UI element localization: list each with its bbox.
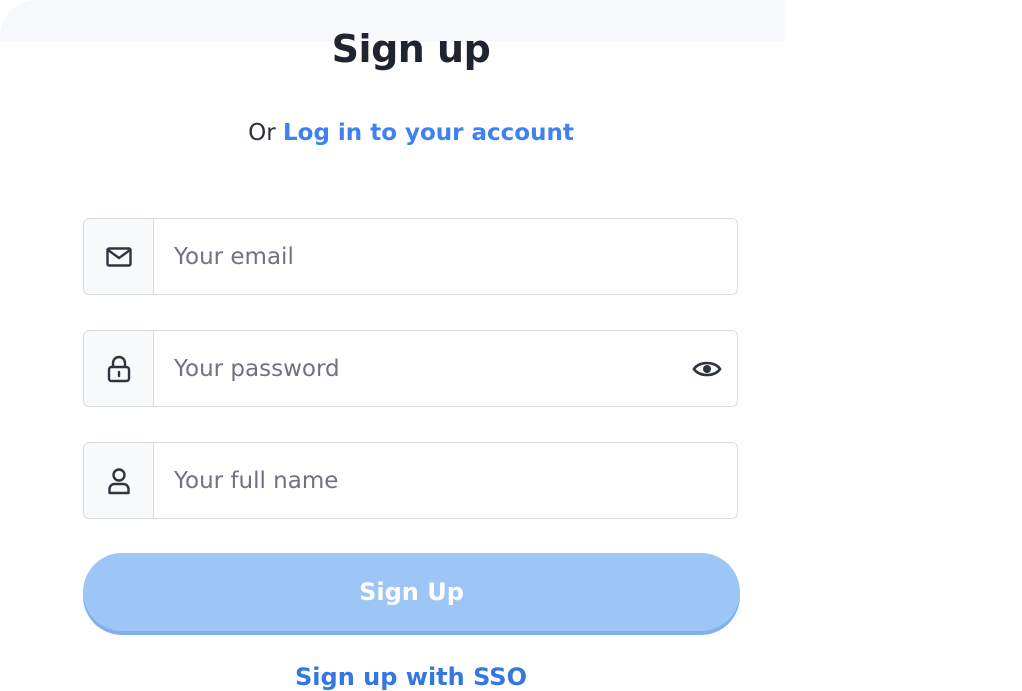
sign-up-button[interactable]: Sign Up [83, 553, 740, 631]
signup-page: Sign up Or Log in to your account Your e… [0, 0, 1022, 691]
full-name-field-group [83, 442, 738, 519]
sso-signup-link[interactable]: Sign up with SSO [0, 662, 822, 691]
password-input[interactable] [154, 331, 677, 406]
mail-icon [105, 246, 132, 267]
password-field-group [83, 330, 738, 407]
page-title: Sign up [331, 27, 491, 71]
user-icon [107, 467, 130, 494]
email-input[interactable] [154, 219, 737, 294]
email-field-group [83, 218, 738, 295]
toggle-password-visibility-button[interactable] [677, 331, 737, 406]
login-prompt: Or Log in to your account [0, 118, 822, 148]
login-link[interactable]: Log in to your account [283, 120, 574, 146]
password-icon-box [84, 331, 154, 406]
email-icon-box [84, 219, 154, 294]
login-prompt-prefix: Or [248, 120, 276, 146]
eye-icon [692, 361, 722, 376]
lock-icon [107, 355, 130, 382]
full-name-input[interactable] [154, 443, 737, 518]
full-name-icon-box [84, 443, 154, 518]
